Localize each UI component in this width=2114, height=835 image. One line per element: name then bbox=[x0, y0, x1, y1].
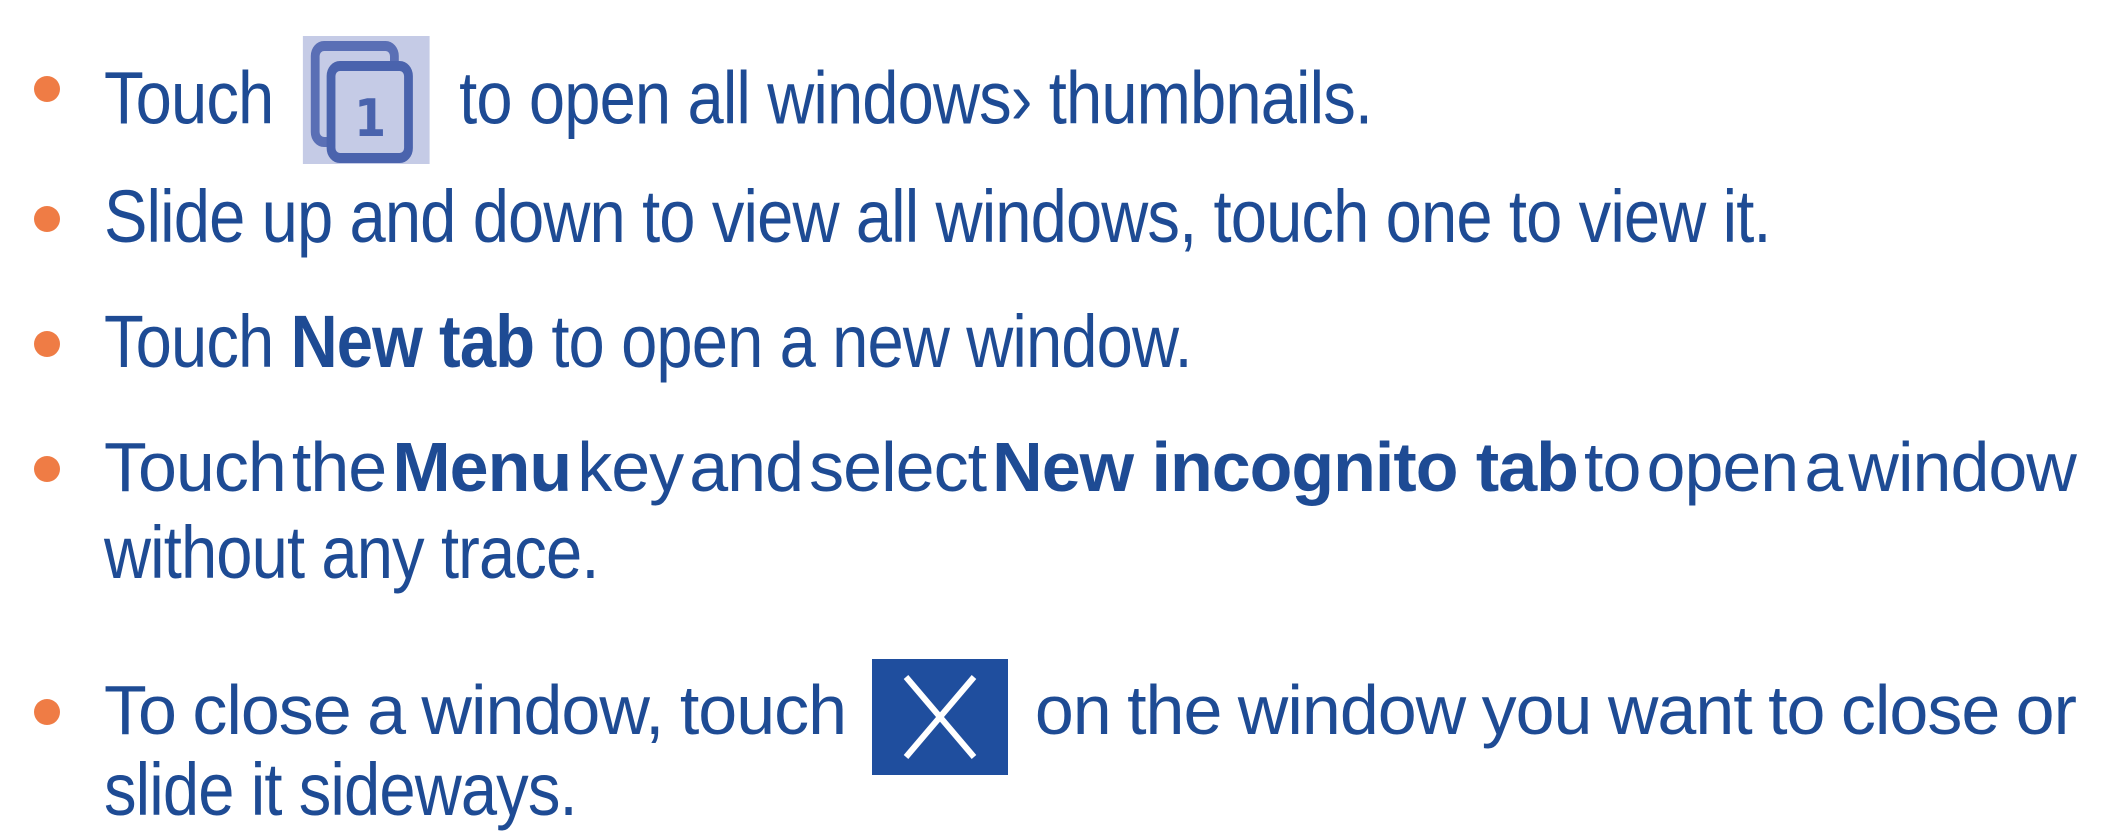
text-fragment: without any trace. bbox=[104, 511, 599, 594]
text-fragment: Touch bbox=[104, 56, 274, 140]
bold-term: Menu bbox=[392, 428, 572, 506]
word: you bbox=[1481, 671, 1593, 749]
word: To bbox=[104, 671, 177, 749]
word: and bbox=[689, 428, 804, 506]
list-item-text-line-2: slide it sideways. bbox=[104, 745, 1839, 835]
instructions-list: Touch 1 to open all windows› thumbnails.… bbox=[0, 0, 2114, 831]
word: the bbox=[291, 428, 387, 506]
word: or bbox=[2015, 671, 2077, 749]
text-fragment: slide it sideways. bbox=[104, 748, 578, 831]
text-fragment: Touch bbox=[104, 300, 274, 383]
bold-term: New incognito tab bbox=[992, 428, 1579, 506]
word: Touch bbox=[104, 428, 287, 506]
word: want bbox=[1607, 671, 1753, 749]
word: open bbox=[1646, 428, 1800, 506]
bullet bbox=[34, 456, 60, 482]
word: on bbox=[1034, 671, 1112, 749]
word: close bbox=[1840, 671, 2000, 749]
svg-text:1: 1 bbox=[354, 88, 385, 149]
word: the bbox=[1127, 671, 1222, 749]
word: select bbox=[809, 428, 987, 506]
word: to bbox=[1584, 428, 1641, 506]
list-item-text-line-1: Touch the Menu key and select New incogn… bbox=[104, 422, 2077, 512]
windows-thumbnails-icon: 1 bbox=[302, 36, 430, 164]
word: close bbox=[192, 671, 351, 749]
text-fragment: Slide up and down to view all windows, t… bbox=[104, 175, 1772, 258]
list-item-text: Slide up and down to view all windows, t… bbox=[104, 172, 1839, 262]
bullet bbox=[34, 76, 60, 102]
bullet bbox=[34, 206, 60, 232]
list-item-text-line-2: without any trace. bbox=[104, 508, 1839, 598]
word: a bbox=[367, 671, 406, 749]
word: window bbox=[1237, 671, 1466, 749]
bold-term: New tab bbox=[290, 300, 535, 383]
text-fragment: to open a new window. bbox=[551, 300, 1192, 383]
word: window bbox=[1848, 428, 2076, 506]
word: touch bbox=[679, 671, 847, 749]
list-item-text: Touch 1 to open all windows› thumbnails. bbox=[104, 36, 1839, 164]
bullet bbox=[34, 699, 60, 725]
text-fragment: to open all windows› thumbnails. bbox=[459, 56, 1373, 140]
word: to bbox=[1768, 671, 1825, 749]
word: key bbox=[577, 428, 684, 506]
list-item-text-line-1: To close a window, touch on the window y… bbox=[104, 659, 2077, 775]
word: window, bbox=[421, 671, 664, 749]
list-item-text: Touch New tab to open a new window. bbox=[104, 297, 1839, 387]
bullet bbox=[34, 331, 60, 357]
word: a bbox=[1804, 428, 1843, 506]
